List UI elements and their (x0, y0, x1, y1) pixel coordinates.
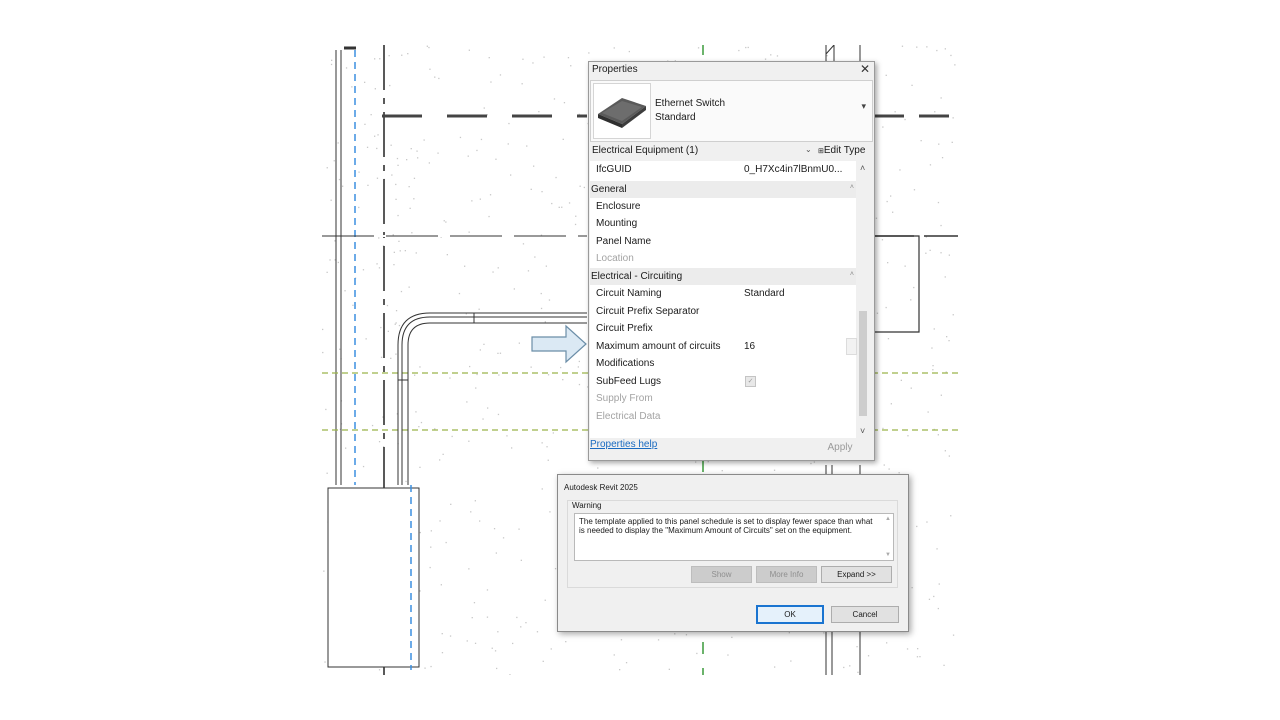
property-row-subfeed-lugs[interactable]: SubFeed Lugs ✓ (590, 373, 856, 390)
close-icon[interactable]: ✕ (860, 62, 870, 76)
scrollbar-thumb[interactable] (859, 311, 867, 416)
apply-button[interactable]: Apply (812, 440, 868, 456)
category-filter-row: Electrical Equipment (1) ⌄ ⊞Edit Type (590, 143, 871, 159)
property-label: Circuit Prefix Separator (596, 306, 700, 317)
expand-button[interactable]: Expand >> (821, 566, 892, 583)
properties-help-link[interactable]: Properties help (590, 439, 657, 450)
property-label: Location (596, 253, 634, 264)
property-label: Panel Name (596, 236, 652, 247)
scroll-up-icon[interactable]: ˄ (860, 163, 865, 173)
property-label: Mounting (596, 218, 638, 229)
property-label: SubFeed Lugs (596, 376, 662, 387)
warning-message-box[interactable]: The template applied to this panel sched… (574, 513, 894, 561)
warning-message: The template applied to this panel sched… (579, 517, 873, 535)
dialog-title: Autodesk Revit 2025 (564, 483, 638, 492)
property-label: IfcGUID (596, 164, 632, 175)
scroll-down-icon[interactable]: ▼ (885, 552, 891, 558)
type-name: Standard (655, 112, 696, 123)
property-value[interactable]: 0_H7Xc4in7lBnmU0... (744, 164, 842, 175)
property-row-maximum-circuits[interactable]: Maximum amount of circuits 16 (590, 338, 857, 355)
show-button[interactable]: Show (691, 566, 752, 583)
group-header-electrical-circuiting[interactable]: Electrical - Circuiting ˄ (590, 268, 856, 285)
property-row-circuit-prefix-separator[interactable]: Circuit Prefix Separator (590, 303, 856, 320)
property-row-panel-name[interactable]: Panel Name (590, 233, 856, 250)
subfeed-lugs-checkbox[interactable]: ✓ (745, 376, 756, 387)
property-row-circuit-naming[interactable]: Circuit Naming Standard (590, 285, 856, 302)
property-value[interactable]: 16 (744, 341, 755, 352)
property-row-supply-from: Supply From (590, 390, 856, 407)
property-label: Modifications (596, 358, 655, 369)
edit-type-button[interactable]: ⊞Edit Type (818, 145, 865, 156)
pointer-arrow (531, 324, 587, 364)
properties-title: Properties (592, 64, 638, 75)
property-label: Enclosure (596, 201, 641, 212)
more-info-button[interactable]: More Info (756, 566, 817, 583)
chevron-down-icon[interactable]: ⌄ (805, 145, 812, 154)
property-label: Maximum amount of circuits (596, 341, 721, 352)
type-family-name: Ethernet Switch (655, 98, 726, 109)
property-value[interactable]: Standard (744, 288, 785, 299)
group-header-general[interactable]: General ˄ (590, 181, 856, 198)
property-label: Circuit Naming (596, 288, 662, 299)
property-row-electrical-data: Electrical Data (590, 408, 856, 425)
group-label: Electrical - Circuiting (591, 271, 683, 282)
collapse-icon[interactable]: ˄ (850, 271, 854, 278)
category-filter[interactable]: Electrical Equipment (1) (592, 145, 698, 156)
properties-palette[interactable]: Properties ✕ Ethernet Switch Standard ▾ … (588, 61, 875, 461)
property-row-modifications[interactable]: Modifications (590, 355, 856, 372)
collapse-icon[interactable]: ˄ (850, 184, 854, 191)
type-preview-image (593, 83, 651, 139)
warning-group: Warning The template applied to this pan… (567, 500, 898, 588)
property-row-mounting[interactable]: Mounting (590, 215, 856, 232)
cancel-button[interactable]: Cancel (831, 606, 899, 623)
property-label: Circuit Prefix (596, 323, 653, 334)
value-edit-button[interactable] (846, 338, 857, 355)
property-label: Supply From (596, 393, 653, 404)
property-row-location: Location (590, 250, 856, 267)
properties-scrollbar[interactable]: ˄ ˅ (857, 161, 871, 438)
type-selector[interactable]: Ethernet Switch Standard ▾ (590, 80, 873, 142)
chevron-down-icon[interactable]: ▾ (861, 101, 866, 112)
property-label: Electrical Data (596, 411, 661, 422)
ok-button[interactable]: OK (756, 605, 824, 624)
edit-type-label: Edit Type (823, 145, 866, 156)
warning-group-label: Warning (572, 501, 602, 510)
scroll-down-icon[interactable]: ˅ (860, 426, 865, 436)
property-row-enclosure[interactable]: Enclosure (590, 198, 856, 215)
properties-titlebar[interactable]: Properties ✕ (589, 62, 874, 78)
property-row-circuit-prefix[interactable]: Circuit Prefix (590, 320, 856, 337)
properties-grid[interactable]: IfcGUID 0_H7Xc4in7lBnmU0... General ˄ En… (590, 161, 857, 438)
warning-dialog[interactable]: Autodesk Revit 2025 Warning The template… (557, 474, 909, 632)
property-row-ifcguid[interactable]: IfcGUID 0_H7Xc4in7lBnmU0... (590, 161, 856, 178)
group-label: General (591, 184, 627, 195)
scroll-up-icon[interactable]: ▲ (885, 516, 891, 522)
